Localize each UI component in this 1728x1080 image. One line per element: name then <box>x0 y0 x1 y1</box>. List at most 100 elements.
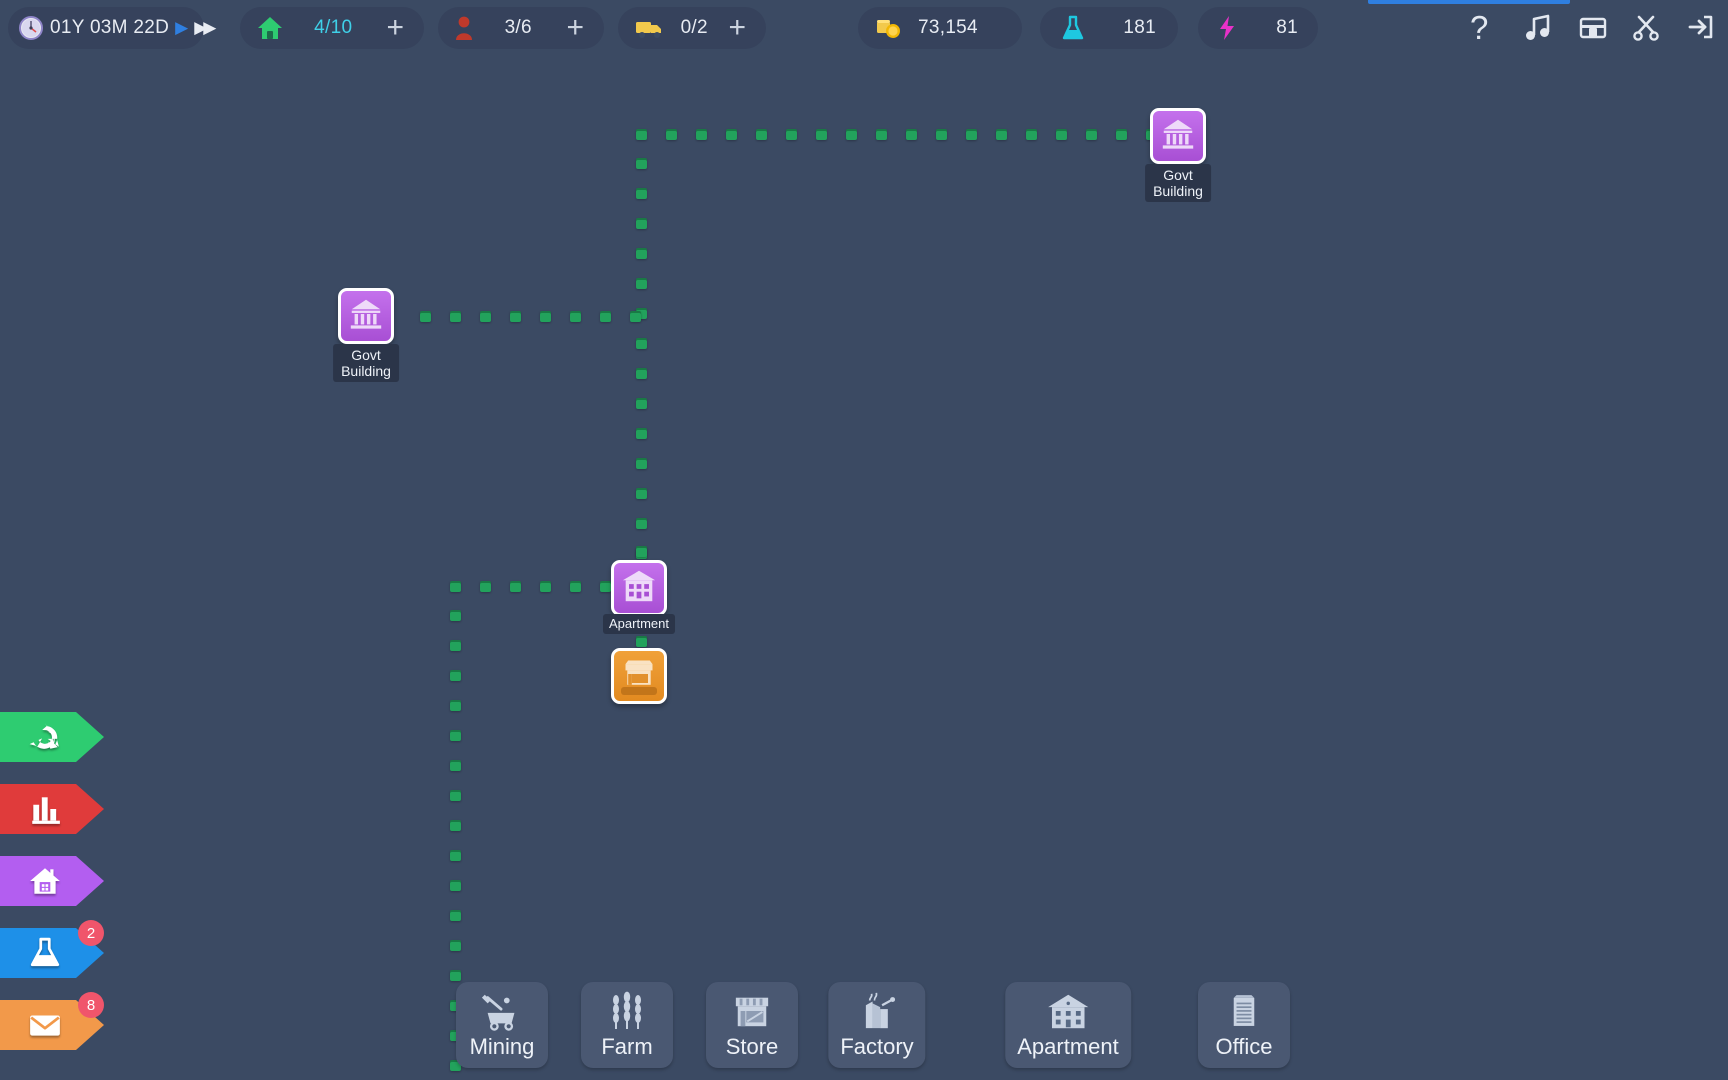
building-store-under-construction-tile[interactable] <box>611 648 667 704</box>
building-govt-building-1[interactable]: Govt Building <box>1150 108 1206 164</box>
population-value: 3/6 <box>505 17 532 39</box>
road-tile[interactable] <box>450 640 461 651</box>
road-tile[interactable] <box>786 129 797 140</box>
road-tile[interactable] <box>636 248 647 259</box>
road-tile[interactable] <box>450 730 461 741</box>
road-tile[interactable] <box>636 158 647 169</box>
road-tile[interactable] <box>510 311 521 322</box>
chest-icon[interactable] <box>1578 13 1606 43</box>
music-icon[interactable] <box>1524 13 1552 43</box>
road-tile[interactable] <box>936 129 947 140</box>
road-tile[interactable] <box>726 129 737 140</box>
road-tile[interactable] <box>510 581 521 592</box>
road-tile[interactable] <box>1116 129 1127 140</box>
apartment-icon <box>1046 990 1090 1032</box>
building-apartment-1[interactable]: Apartment <box>611 560 667 616</box>
road-tile[interactable] <box>450 760 461 771</box>
road-tile[interactable] <box>420 311 431 322</box>
road-tile[interactable] <box>570 581 581 592</box>
trucks-pill[interactable]: 0/2 + <box>618 7 766 49</box>
road-tile[interactable] <box>1086 129 1097 140</box>
exit-icon[interactable] <box>1686 13 1714 43</box>
road-tile[interactable] <box>450 670 461 681</box>
sidebar-item-recycle[interactable] <box>0 712 104 762</box>
road-tile[interactable] <box>450 700 461 711</box>
road-tile[interactable] <box>636 636 647 647</box>
govt-icon <box>347 295 385 338</box>
road-tile[interactable] <box>636 278 647 289</box>
game-map[interactable]: Govt BuildingGovt BuildingApartment <box>0 56 1728 1080</box>
building-govt-building-1-label: Govt Building <box>1145 164 1211 202</box>
road-tile[interactable] <box>636 218 647 229</box>
building-govt-building-2-tile[interactable] <box>338 288 394 344</box>
road-tile[interactable] <box>636 368 647 379</box>
road-tile[interactable] <box>450 820 461 831</box>
building-govt-building-1-tile[interactable] <box>1150 108 1206 164</box>
building-store-under-construction[interactable] <box>611 648 667 704</box>
road-tile[interactable] <box>966 129 977 140</box>
road-tile[interactable] <box>846 129 857 140</box>
road-tile[interactable] <box>756 129 767 140</box>
road-tile[interactable] <box>696 129 707 140</box>
add-population-button[interactable]: + <box>562 13 588 43</box>
road-tile[interactable] <box>1026 129 1037 140</box>
road-tile[interactable] <box>636 338 647 349</box>
road-tile[interactable] <box>480 581 491 592</box>
sidebar-item-housing[interactable] <box>0 856 104 906</box>
road-tile[interactable] <box>636 488 647 499</box>
road-tile[interactable] <box>570 311 581 322</box>
road-tile[interactable] <box>600 581 611 592</box>
building-govt-building-2-label: Govt Building <box>333 344 399 382</box>
road-tile[interactable] <box>540 311 551 322</box>
homes-pill[interactable]: 4/10 + <box>240 7 424 49</box>
population-pill[interactable]: 3/6 + <box>438 7 604 49</box>
road-tile[interactable] <box>636 129 647 140</box>
road-tile[interactable] <box>600 311 611 322</box>
coins-icon <box>874 15 904 41</box>
road-tile[interactable] <box>876 129 887 140</box>
add-home-button[interactable]: + <box>382 13 408 43</box>
road-tile[interactable] <box>636 518 647 529</box>
sidebar-item-stats[interactable] <box>0 784 104 834</box>
road-tile[interactable] <box>636 188 647 199</box>
road-tile[interactable] <box>996 129 1007 140</box>
build-button-farm[interactable]: Farm <box>581 982 673 1068</box>
road-tile[interactable] <box>450 910 461 921</box>
road-tile[interactable] <box>450 880 461 891</box>
build-button-store[interactable]: Store <box>706 982 798 1068</box>
play-icon[interactable]: ▶ <box>175 18 188 38</box>
road-tile[interactable] <box>636 398 647 409</box>
road-tile[interactable] <box>450 610 461 621</box>
road-tile[interactable] <box>450 581 461 592</box>
road-tile[interactable] <box>450 790 461 801</box>
govt-icon <box>1159 115 1197 158</box>
top-icon-group: ? <box>1470 8 1714 48</box>
clock-pill[interactable]: 01Y 03M 22D ▶ ▶▶ <box>8 7 204 49</box>
road-tile[interactable] <box>636 428 647 439</box>
build-button-office[interactable]: Office <box>1198 982 1290 1068</box>
road-tile[interactable] <box>540 581 551 592</box>
fast-forward-icon[interactable]: ▶▶ <box>194 18 212 38</box>
building-govt-building-2[interactable]: Govt Building <box>338 288 394 344</box>
build-button-apartment[interactable]: Apartment <box>1005 982 1131 1068</box>
scissors-icon[interactable] <box>1632 13 1660 43</box>
road-tile[interactable] <box>450 850 461 861</box>
build-button-factory-label: Factory <box>840 1034 913 1060</box>
construction-progress-bar <box>621 687 657 695</box>
road-tile[interactable] <box>666 129 677 140</box>
road-tile[interactable] <box>906 129 917 140</box>
road-tile[interactable] <box>636 458 647 469</box>
road-tile[interactable] <box>450 940 461 951</box>
road-tile[interactable] <box>630 311 641 322</box>
road-tile[interactable] <box>816 129 827 140</box>
road-tile[interactable] <box>636 546 647 557</box>
road-tile[interactable] <box>480 311 491 322</box>
building-apartment-1-tile[interactable] <box>611 560 667 616</box>
add-truck-button[interactable]: + <box>724 13 750 43</box>
help-icon[interactable]: ? <box>1470 13 1498 43</box>
road-tile[interactable] <box>1056 129 1067 140</box>
build-button-factory[interactable]: Factory <box>828 982 925 1068</box>
build-button-mining[interactable]: Mining <box>456 982 548 1068</box>
clock-icon <box>18 15 44 41</box>
road-tile[interactable] <box>450 311 461 322</box>
